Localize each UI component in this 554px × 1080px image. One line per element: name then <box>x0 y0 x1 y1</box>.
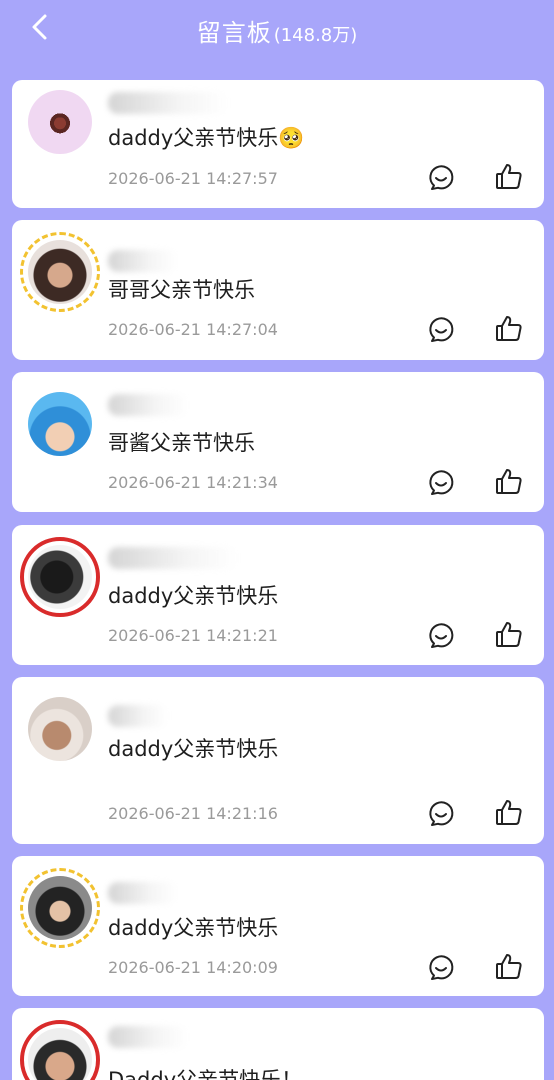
avatar[interactable] <box>28 697 92 761</box>
message-card: daddy父亲节快乐🥺 2026-06-21 14:27:57 <box>12 80 544 208</box>
username-redacted <box>108 92 228 114</box>
message-card: daddy父亲节快乐 2026-06-21 14:20:09 <box>12 856 544 996</box>
comment-button[interactable] <box>426 467 456 497</box>
comment-button[interactable] <box>426 620 456 650</box>
like-button[interactable] <box>494 314 524 344</box>
username-redacted <box>108 705 168 727</box>
like-button[interactable] <box>494 162 524 192</box>
message-text: daddy父亲节快乐🥺 <box>108 126 305 150</box>
message-card: Daddy父亲节快乐！ <box>12 1008 544 1080</box>
page-title-text: 留言板 <box>196 19 272 47</box>
message-text: daddy父亲节快乐 <box>108 584 279 608</box>
comment-button[interactable] <box>426 162 456 192</box>
avatar[interactable] <box>28 545 92 609</box>
username-redacted <box>108 250 178 272</box>
username-redacted <box>108 547 238 569</box>
thumbs-up-icon <box>496 469 522 494</box>
thumbs-up-icon <box>496 164 522 189</box>
comment-bubble-icon <box>429 165 454 190</box>
comment-bubble-icon <box>429 955 454 980</box>
like-button[interactable] <box>494 798 524 828</box>
message-card: daddy父亲节快乐 2026-06-21 14:21:21 <box>12 525 544 665</box>
message-text: Daddy父亲节快乐！ <box>108 1068 303 1080</box>
comment-button[interactable] <box>426 952 456 982</box>
message-time: 2026-06-21 14:21:16 <box>108 804 278 823</box>
thumbs-up-icon <box>496 800 522 825</box>
message-time: 2026-06-21 14:27:57 <box>108 169 278 188</box>
comment-button[interactable] <box>426 314 456 344</box>
message-card: 哥酱父亲节快乐 2026-06-21 14:21:34 <box>12 372 544 512</box>
message-text: 哥酱父亲节快乐 <box>108 431 255 455</box>
message-text: 哥哥父亲节快乐 <box>108 278 255 302</box>
message-time: 2026-06-21 14:21:34 <box>108 473 278 492</box>
username-redacted <box>108 882 178 904</box>
message-text: daddy父亲节快乐 <box>108 916 279 940</box>
thumbs-up-icon <box>496 622 522 647</box>
avatar[interactable] <box>28 90 92 154</box>
comment-bubble-icon <box>429 470 454 495</box>
username-redacted <box>108 1026 188 1048</box>
avatar[interactable] <box>28 876 92 940</box>
message-text: daddy父亲节快乐 <box>108 737 279 761</box>
message-card: daddy父亲节快乐 2026-06-21 14:21:16 <box>12 677 544 844</box>
like-button[interactable] <box>494 952 524 982</box>
thumbs-up-icon <box>496 954 522 979</box>
like-button[interactable] <box>494 620 524 650</box>
top-bar: 留言板 (148.8万) <box>0 0 554 60</box>
message-time: 2026-06-21 14:20:09 <box>108 958 278 977</box>
comment-bubble-icon <box>429 623 454 648</box>
avatar[interactable] <box>28 240 92 304</box>
comment-bubble-icon <box>429 801 454 826</box>
comment-button[interactable] <box>426 798 456 828</box>
page-title: 留言板 (148.8万) <box>0 13 554 48</box>
like-button[interactable] <box>494 467 524 497</box>
thumbs-up-icon <box>496 316 522 341</box>
message-time: 2026-06-21 14:21:21 <box>108 626 278 645</box>
comment-bubble-icon <box>429 317 454 342</box>
message-count: (148.8万) <box>273 25 358 46</box>
avatar[interactable] <box>28 392 92 456</box>
message-card: 哥哥父亲节快乐 2026-06-21 14:27:04 <box>12 220 544 360</box>
message-time: 2026-06-21 14:27:04 <box>108 320 278 339</box>
username-redacted <box>108 394 188 416</box>
